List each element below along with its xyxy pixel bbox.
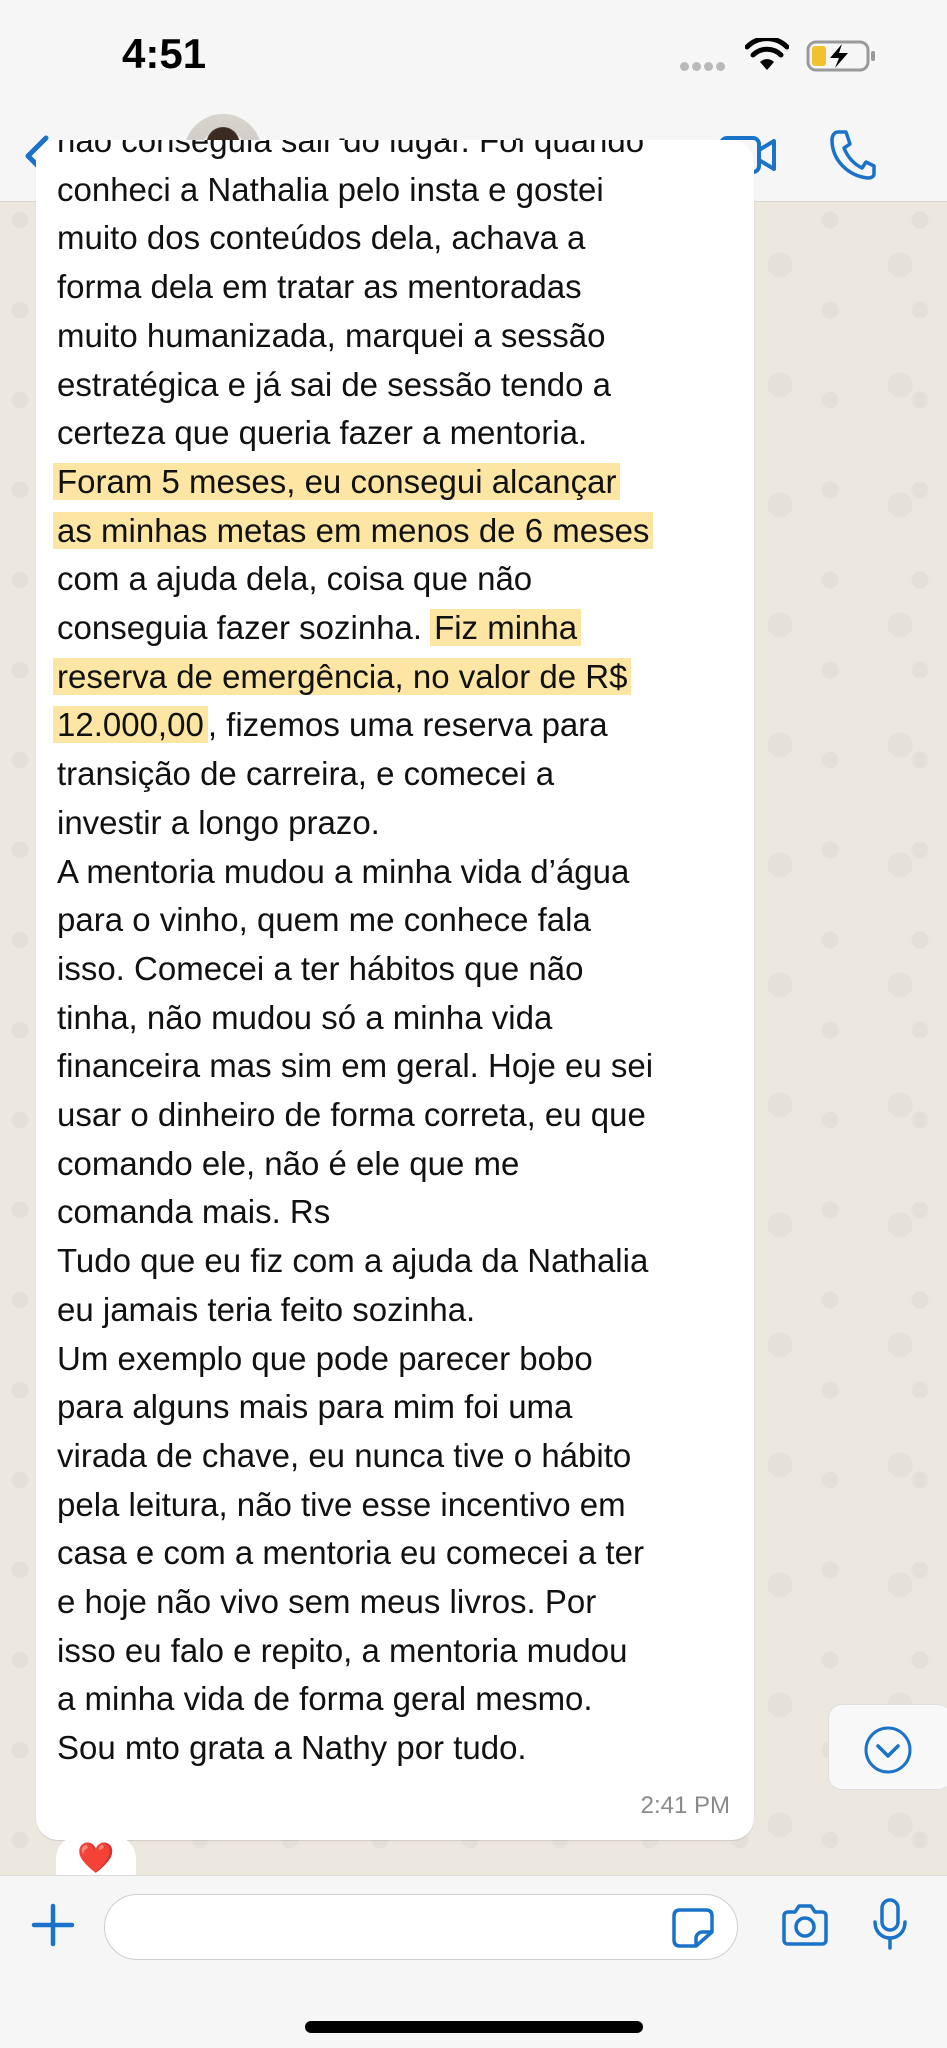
message-text-segment: pela leitura, não tive esse incentivo em — [57, 1485, 626, 1523]
message-text-segment: não conseguia sair do lugar. Foi quando — [57, 140, 645, 159]
message-line: conseguia fazer sozinha. Fiz minha — [57, 605, 582, 651]
message-text-segment: comando ele, não é ele que me — [57, 1144, 520, 1182]
message-text-segment: transição de carreira, e comecei a — [57, 755, 555, 793]
message-line: as minhas metas em menos de 6 meses — [53, 508, 654, 554]
message-text-segment: , fizemos uma reserva para — [207, 706, 608, 744]
message-text-segment: financeira mas sim em geral. Hoje eu sei — [57, 1047, 654, 1085]
message-line: estratégica e já sai de sessão tendo a — [57, 362, 611, 408]
message-line: conheci a Nathalia pelo insta e gostei — [57, 167, 604, 213]
plus-icon[interactable] — [30, 1902, 76, 1948]
message-text-segment: comanda mais. Rs — [57, 1193, 331, 1231]
message-line: Um exemplo que pode parecer bobo — [57, 1336, 593, 1382]
message-text-segment: virada de chave, eu nunca tive o hábito — [57, 1436, 632, 1474]
wifi-icon — [745, 38, 789, 70]
message-text-segment: muito dos conteúdos dela, achava a — [57, 219, 586, 257]
highlighted-text: 12.000,00 — [53, 706, 208, 744]
message-line: para o vinho, quem me conhece fala — [57, 897, 591, 943]
highlighted-text: reserva de emergência, no valor de R$ — [53, 657, 632, 695]
sticker-icon[interactable] — [672, 1908, 714, 1948]
message-line: Sou mto grata a Nathy por tudo. — [57, 1725, 527, 1771]
message-text-segment: A mentoria mudou a minha vida d’água — [57, 852, 630, 890]
message-input[interactable] — [104, 1894, 738, 1960]
message-line: virada de chave, eu nunca tive o hábito — [57, 1433, 631, 1479]
message-text-segment: Tudo que eu fiz com a ajuda da Nathalia — [57, 1242, 649, 1280]
message-time: 2:41 PM — [640, 1792, 730, 1819]
message-text-segment: certeza que queria fazer a mentoria. — [57, 414, 588, 452]
message-text-segment: eu jamais teria feito sozinha. — [57, 1290, 476, 1328]
message-line: usar o dinheiro de forma correta, eu que — [57, 1092, 646, 1138]
message-line: comando ele, não é ele que me — [57, 1141, 519, 1187]
compose-bar — [0, 1875, 947, 2048]
message-text-segment: investir a longo prazo. — [57, 803, 380, 841]
message-line: com a ajuda dela, coisa que não — [57, 556, 532, 602]
message-text-segment: com a ajuda dela, coisa que não — [57, 560, 533, 598]
message-text-segment: Sou mto grata a Nathy por tudo. — [57, 1729, 527, 1767]
scroll-to-bottom-button[interactable] — [828, 1704, 947, 1790]
message-line: comanda mais. Rs — [57, 1189, 330, 1235]
home-indicator — [305, 2021, 643, 2033]
message-line: Foram 5 meses, eu consegui alcançar — [53, 459, 621, 505]
highlighted-text: Foram 5 meses, eu consegui alcançar — [53, 462, 621, 500]
message-line: e hoje não vivo sem meus livros. Por — [57, 1579, 596, 1625]
message-line: A mentoria mudou a minha vida d’água — [57, 849, 629, 895]
message-text-segment: estratégica e já sai de sessão tendo a — [57, 365, 612, 403]
message-line: não conseguia sair do lugar. Foi quando — [57, 140, 644, 164]
message-text-segment: isso. Comecei a ter hábitos que não — [57, 949, 584, 987]
heart-reaction[interactable]: ❤️ — [56, 1835, 136, 1875]
message-line: Tudo que eu fiz com a ajuda da Nathalia — [57, 1238, 648, 1284]
message-line: pela leitura, não tive esse incentivo em — [57, 1482, 626, 1528]
message-text-segment: para alguns mais para mim foi uma — [57, 1388, 573, 1426]
phone-call-icon[interactable] — [828, 128, 876, 180]
message-line: isso eu falo e repito, a mentoria mudou — [57, 1628, 628, 1674]
message-line: forma dela em tratar as mentoradas — [57, 264, 582, 310]
message-line: 12.000,00, fizemos uma reserva para — [53, 702, 608, 748]
message-text-segment: conseguia fazer sozinha. — [57, 609, 423, 646]
message-text-segment: casa e com a mentoria eu comecei a ter — [57, 1534, 644, 1572]
heart-icon: ❤️ — [77, 1842, 115, 1875]
message-bubble[interactable]: não conseguia sair do lugar. Foi quando c… — [36, 140, 754, 1840]
message-line: investir a longo prazo. — [57, 800, 380, 846]
chevron-down-circle-icon — [864, 1726, 912, 1774]
highlighted-text: Fiz minha — [430, 609, 582, 646]
message-line: muito humanizada, marquei a sessão — [57, 313, 605, 359]
camera-icon[interactable] — [780, 1902, 830, 1948]
message-line: transição de carreira, e comecei a — [57, 751, 554, 797]
highlighted-text: as minhas metas em menos de 6 meses — [53, 511, 654, 549]
message-line: a minha vida de forma geral mesmo. — [57, 1676, 593, 1722]
message-text-segment: conheci a Nathalia pelo insta e gostei — [57, 170, 604, 208]
battery-charging-icon — [806, 40, 875, 72]
message-line: tinha, não mudou só a minha vida — [57, 995, 552, 1041]
message-text-segment: isso eu falo e repito, a mentoria mudou — [57, 1631, 628, 1669]
message-text-segment: tinha, não mudou só a minha vida — [57, 998, 553, 1036]
message-text-segment: e hoje não vivo sem meus livros. Por — [57, 1583, 597, 1620]
message-text-segment: muito humanizada, marquei a sessão — [57, 316, 606, 354]
message-text-segment: forma dela em tratar as mentoradas — [57, 268, 582, 306]
message-line: muito dos conteúdos dela, achava a — [57, 215, 585, 261]
status-time: 4:51 — [122, 30, 207, 77]
message-line: casa e com a mentoria eu comecei a ter — [57, 1530, 644, 1576]
status-bar: 4:51 — [0, 0, 947, 110]
microphone-icon[interactable] — [872, 1898, 908, 1950]
message-line: certeza que queria fazer a mentoria. — [57, 410, 587, 456]
message-line: financeira mas sim em geral. Hoje eu sei — [57, 1043, 653, 1089]
message-line: para alguns mais para mim foi uma — [57, 1384, 572, 1430]
message-text-segment: a minha vida de forma geral mesmo. — [57, 1680, 593, 1718]
message-line: eu jamais teria feito sozinha. — [57, 1287, 475, 1333]
message-text-segment: Um exemplo que pode parecer bobo — [57, 1339, 593, 1377]
message-line: isso. Comecei a ter hábitos que não — [57, 946, 583, 992]
message-text-segment: usar o dinheiro de forma correta, eu que — [57, 1096, 646, 1133]
message-text-segment: para o vinho, quem me conhece fala — [57, 901, 591, 939]
message-line: reserva de emergência, no valor de R$ — [53, 654, 632, 700]
cellular-signal-icon — [680, 58, 732, 71]
